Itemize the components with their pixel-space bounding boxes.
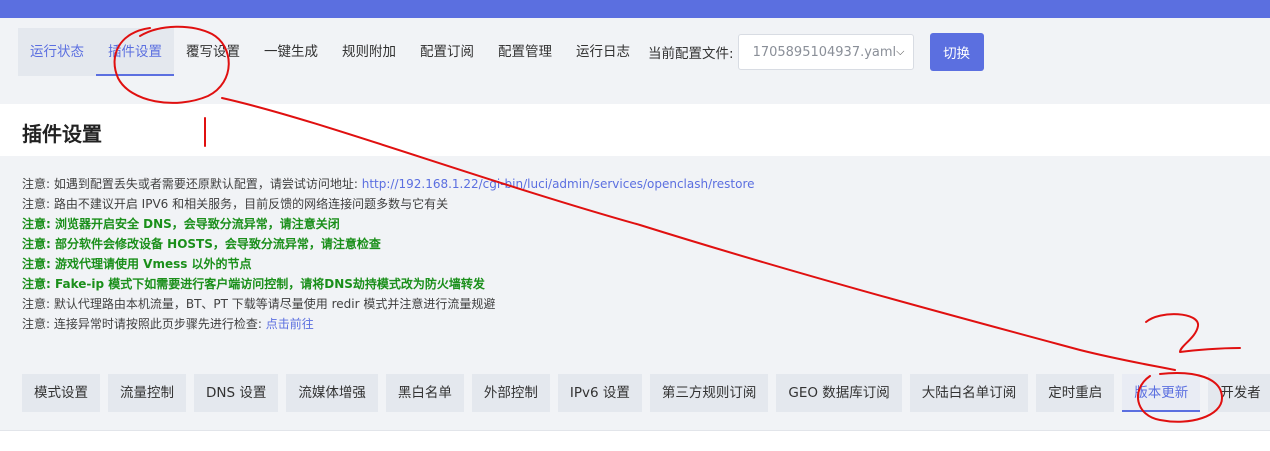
tab-config-subscription[interactable]: 配置订阅 — [408, 28, 486, 76]
note-item: 注意: 浏览器开启安全 DNS，会导致分流异常，请注意关闭 — [22, 217, 340, 231]
chevron-down-icon: ⌵ — [896, 45, 905, 58]
tab-running-status[interactable]: 运行状态 — [18, 28, 96, 76]
main-tabs: 运行状态 插件设置 覆写设置 一键生成 规则附加 配置订阅 配置管理 运行日志 … — [18, 28, 984, 76]
settings-subtabs: 模式设置 流量控制 DNS 设置 流媒体增强 黑白名单 外部控制 IPv6 设置… — [22, 374, 1270, 412]
subtab-black-white-list[interactable]: 黑白名单 — [385, 374, 464, 412]
top-header-bar — [0, 0, 1270, 18]
tab-rule-append[interactable]: 规则附加 — [330, 28, 408, 76]
subtab-ipv6-settings[interactable]: IPv6 设置 — [557, 374, 642, 412]
note-item: 注意: 如遇到配置丢失或者需要还原默认配置，请尝试访问地址: http://19… — [22, 177, 755, 191]
subtab-version-update[interactable]: 版本更新 — [1122, 374, 1201, 412]
page-title: 插件设置 — [22, 122, 102, 146]
config-file-label: 当前配置文件: — [648, 46, 734, 62]
subtab-geo-database[interactable]: GEO 数据库订阅 — [776, 374, 902, 412]
note-item: 注意: 连接异常时请按照此页步骤先进行检查: 点击前往 — [22, 317, 314, 331]
title-card: 插件设置 — [0, 104, 1270, 156]
tab-one-click-generate[interactable]: 一键生成 — [252, 28, 330, 76]
notes-list: 注意: 如遇到配置丢失或者需要还原默认配置，请尝试访问地址: http://19… — [22, 174, 1262, 334]
subtab-mode-settings[interactable]: 模式设置 — [22, 374, 100, 412]
note-item: 注意: 路由不建议开启 IPV6 和相关服务，目前反馈的网络连接问题多数与它有关 — [22, 197, 449, 211]
subtab-traffic-control[interactable]: 流量控制 — [108, 374, 186, 412]
tab-run-log[interactable]: 运行日志 — [564, 28, 642, 76]
note-item: 注意: Fake-ip 模式下如需要进行客户端访问控制，请将DNS劫持模式改为防… — [22, 277, 485, 291]
check-steps-link[interactable]: 点击前往 — [266, 317, 314, 331]
subtab-developer[interactable]: 开发者 — [1208, 374, 1270, 412]
subtab-external-control[interactable]: 外部控制 — [471, 374, 550, 412]
note-item: 注意: 部分软件会修改设备 HOSTS，会导致分流异常，请注意检查 — [22, 237, 381, 251]
content-card — [0, 430, 1270, 451]
subtab-scheduled-restart[interactable]: 定时重启 — [1036, 374, 1115, 412]
tab-override-settings[interactable]: 覆写设置 — [174, 28, 252, 76]
note-item: 注意: 默认代理路由本机流量，BT、PT 下载等请尽量使用 redir 模式并注… — [22, 297, 496, 311]
subtab-streaming-enhance[interactable]: 流媒体增强 — [286, 374, 378, 412]
restore-link[interactable]: http://192.168.1.22/cgi-bin/luci/admin/s… — [362, 177, 755, 191]
config-file-value: 1705895104937.yaml — [752, 44, 897, 60]
subtab-third-party-rules[interactable]: 第三方规则订阅 — [649, 374, 769, 412]
note-item: 注意: 游戏代理请使用 Vmess 以外的节点 — [22, 257, 252, 271]
subtab-china-whitelist[interactable]: 大陆白名单订阅 — [909, 374, 1029, 412]
switch-button[interactable]: 切换 — [929, 33, 984, 71]
tab-config-management[interactable]: 配置管理 — [486, 28, 564, 76]
tab-plugin-settings[interactable]: 插件设置 — [96, 28, 174, 76]
config-file-select[interactable]: 1705895104937.yaml ⌵ — [737, 34, 914, 70]
subtab-dns-settings[interactable]: DNS 设置 — [194, 374, 279, 412]
